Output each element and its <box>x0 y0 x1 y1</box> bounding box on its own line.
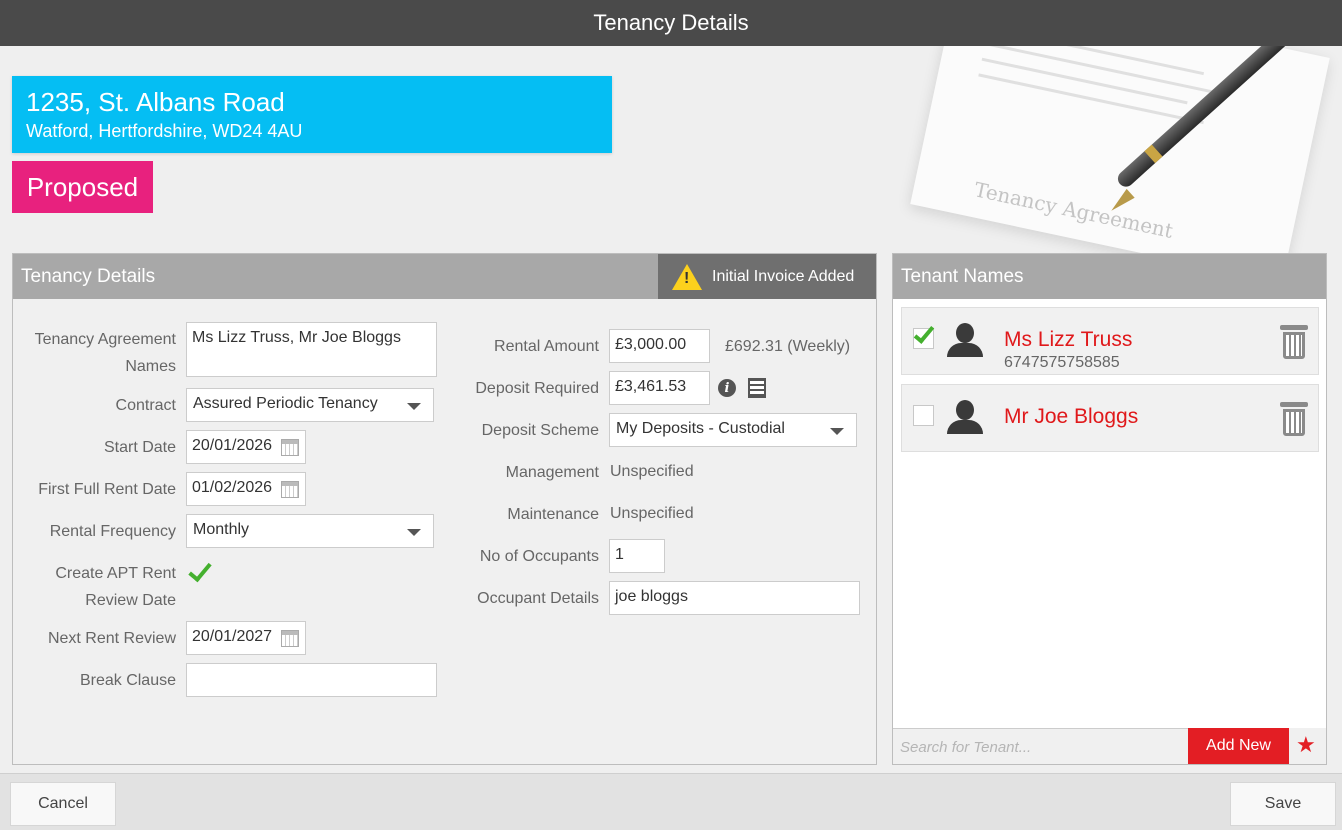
deposit-scheme-label: Deposit Scheme <box>481 422 599 439</box>
break-clause-label: Break Clause <box>79 672 176 689</box>
trash-icon[interactable] <box>1280 325 1308 359</box>
calculator-icon[interactable] <box>748 378 766 398</box>
chevron-down-icon <box>407 403 421 410</box>
maintenance-label: Maintenance <box>507 506 599 523</box>
start-date-input[interactable]: 20/01/2026 <box>186 430 306 464</box>
star-icon[interactable]: ★ <box>1296 734 1316 756</box>
panel-title: Tenancy Details <box>21 265 156 287</box>
apt-review-label: Create APT Rent Review Date <box>20 560 176 614</box>
deposit-scheme-value: My Deposits - Custodial <box>616 420 785 437</box>
address-line-1: 1235, St. Albans Road <box>26 87 285 117</box>
person-icon <box>946 323 984 357</box>
contract-value: Assured Periodic Tenancy <box>193 395 378 412</box>
management-label: Management <box>505 464 599 481</box>
property-address: 1235, St. Albans Road Watford, Hertfords… <box>12 76 612 153</box>
invoice-notice: Initial Invoice Added <box>658 254 876 299</box>
weekly-amount: £692.31 (Weekly) <box>725 338 851 355</box>
warning-icon <box>672 263 702 290</box>
address-line-2: Watford, Hertfordshire, WD24 4AU <box>26 121 303 141</box>
trash-icon[interactable] <box>1280 402 1308 436</box>
occupants-label: No of Occupants <box>479 548 599 565</box>
calendar-icon[interactable] <box>281 439 299 456</box>
tenant-phone: 6747575758585 <box>1004 354 1120 371</box>
person-body <box>947 343 983 357</box>
trash-lid <box>1280 402 1308 407</box>
person-head <box>956 400 974 420</box>
footer-bar: Cancel Save <box>0 773 1342 830</box>
person-icon <box>946 400 984 434</box>
occupant-details-label: Occupant Details <box>477 590 599 607</box>
tenancy-details-header: Tenancy Details Initial Invoice Added <box>13 254 876 299</box>
panel-title: Tenant Names <box>901 265 1024 287</box>
break-clause-input[interactable] <box>186 663 437 697</box>
window-title: Tenancy Details <box>0 0 1342 46</box>
label-line: Names <box>125 358 176 375</box>
deposit-required-input[interactable]: £3,461.53 <box>609 371 710 405</box>
maintenance-value: Unspecified <box>610 505 694 522</box>
tenant-names-header: Tenant Names <box>893 254 1326 299</box>
next-review-input[interactable]: 20/01/2027 <box>186 621 306 655</box>
next-review-value: 20/01/2027 <box>192 628 273 645</box>
chevron-down-icon <box>407 529 421 536</box>
tenant-checkbox[interactable] <box>913 405 934 426</box>
rental-amount-label: Rental Amount <box>494 338 599 355</box>
trash-can <box>1283 409 1305 436</box>
deposit-required-label: Deposit Required <box>475 380 599 397</box>
management-value: Unspecified <box>610 463 694 480</box>
person-body <box>947 420 983 434</box>
checkmark-icon <box>913 322 935 344</box>
start-date-label: Start Date <box>103 439 176 456</box>
occupants-input[interactable]: 1 <box>609 539 665 573</box>
tenant-name[interactable]: Mr Joe Bloggs <box>1004 405 1138 429</box>
trash-lid <box>1280 325 1308 330</box>
tenant-search-input[interactable]: Search for Tenant... <box>893 728 1188 764</box>
contract-label: Contract <box>115 397 176 414</box>
rental-amount-input[interactable]: £3,000.00 <box>609 329 710 363</box>
agreement-names-field[interactable]: Ms Lizz Truss, Mr Joe Bloggs <box>186 322 437 377</box>
contract-select[interactable]: Assured Periodic Tenancy <box>186 388 434 422</box>
label-line: Create APT Rent <box>55 565 176 582</box>
tenant-card[interactable]: Ms Lizz Truss 6747575758585 <box>901 307 1319 375</box>
apt-review-checkbox[interactable] <box>188 557 212 585</box>
rental-frequency-label: Rental Frequency <box>49 523 176 540</box>
rental-frequency-select[interactable]: Monthly <box>186 514 434 548</box>
first-full-rent-input[interactable]: 01/02/2026 <box>186 472 306 506</box>
first-full-rent-label: First Full Rent Date <box>38 481 176 498</box>
tenancy-agreement-illustration: Tenancy Agreement <box>890 46 1342 254</box>
person-head <box>956 323 974 343</box>
status-badge: Proposed <box>12 161 153 213</box>
agreement-names-label: Tenancy Agreement Names <box>20 326 176 380</box>
tenant-name[interactable]: Ms Lizz Truss <box>1004 328 1132 352</box>
calendar-icon[interactable] <box>281 481 299 498</box>
info-icon[interactable]: i <box>718 379 736 397</box>
calendar-icon[interactable] <box>281 630 299 647</box>
agreement-paper: Tenancy Agreement <box>910 46 1330 254</box>
trash-can <box>1283 332 1305 359</box>
next-review-label: Next Rent Review <box>47 630 176 647</box>
deposit-scheme-select[interactable]: My Deposits - Custodial <box>609 413 857 447</box>
rental-frequency-value: Monthly <box>193 521 250 538</box>
paper-title: Tenancy Agreement <box>972 177 1176 243</box>
start-date-value: 20/01/2026 <box>192 437 273 454</box>
save-button[interactable]: Save <box>1230 782 1336 826</box>
tenant-card[interactable]: Mr Joe Bloggs <box>901 384 1319 452</box>
add-new-button[interactable]: Add New <box>1188 728 1289 764</box>
chevron-down-icon <box>830 428 844 435</box>
checkmark-icon <box>188 557 212 583</box>
label-line: Review Date <box>85 592 176 609</box>
occupant-details-input[interactable]: joe bloggs <box>609 581 860 615</box>
tenant-list: Ms Lizz Truss 6747575758585 Mr Joe Blogg… <box>893 299 1326 728</box>
first-full-rent-value: 01/02/2026 <box>192 479 273 496</box>
invoice-notice-text: Initial Invoice Added <box>712 267 855 285</box>
tenant-checkbox[interactable] <box>913 322 935 349</box>
cancel-button[interactable]: Cancel <box>10 782 116 826</box>
label-line: Tenancy Agreement <box>34 331 176 348</box>
